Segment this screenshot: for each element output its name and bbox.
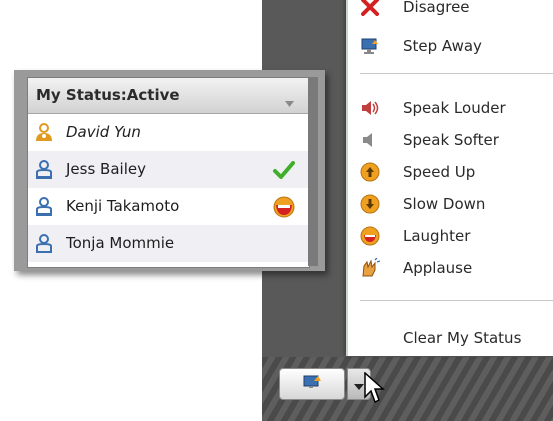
participants-panel: My Status:Active David Yun Jess Bailey K…: [14, 70, 325, 271]
step-away-icon: [301, 372, 323, 396]
menu-item-laughter[interactable]: Laughter: [348, 221, 553, 251]
panel-scrollbar[interactable]: [308, 77, 318, 266]
chevron-down-icon: [354, 375, 364, 394]
host-user-icon: [34, 122, 54, 142]
status-button[interactable]: [279, 368, 345, 400]
menu-item-label: Slow Down: [403, 195, 486, 213]
checkmark-icon: [272, 158, 296, 182]
menu-item-slow-down[interactable]: Slow Down: [348, 189, 553, 219]
user-icon: [34, 196, 54, 216]
menu-separator: [360, 73, 553, 74]
clear-status-label: Clear My Status: [403, 329, 522, 347]
speaker-loud-icon: [360, 98, 380, 118]
menu-item-label: Laughter: [403, 227, 471, 245]
laughter-icon: [360, 226, 380, 246]
participant-name: Kenji Takamoto: [66, 197, 180, 215]
menu-item-disagree[interactable]: Disagree: [348, 0, 553, 22]
participants-list: My Status:Active David Yun Jess Bailey K…: [27, 77, 310, 268]
participant-name: David Yun: [66, 123, 141, 141]
my-status-title: My Status:Active: [36, 86, 180, 104]
red-x-icon: [360, 0, 380, 17]
menu-item-speak-softer[interactable]: Speak Softer: [348, 125, 553, 155]
participant-row[interactable]: Jess Bailey: [28, 151, 309, 188]
menu-separator: [360, 300, 553, 301]
menu-item-clear-status[interactable]: Clear My Status: [348, 323, 553, 353]
speaker-soft-icon: [360, 130, 380, 150]
menu-item-speak-louder[interactable]: Speak Louder: [348, 93, 553, 123]
menu-item-applause[interactable]: Applause: [348, 253, 553, 283]
menu-item-step-away[interactable]: Step Away: [348, 31, 553, 61]
participant-row[interactable]: David Yun: [28, 114, 309, 151]
step-away-icon: [360, 36, 380, 56]
menu-item-label: Speed Up: [403, 163, 476, 181]
participant-name: Jess Bailey: [66, 160, 146, 178]
participant-row[interactable]: Tonja Mommie: [28, 225, 309, 262]
status-menu: Disagree Step Away Speak Louder Speak So…: [346, 0, 553, 356]
user-icon: [34, 233, 54, 253]
participant-name: Tonja Mommie: [66, 234, 175, 252]
user-icon: [34, 159, 54, 179]
menu-item-label: Speak Softer: [403, 131, 499, 149]
mouse-cursor-icon: [364, 371, 386, 410]
participant-row[interactable]: Kenji Takamoto: [28, 188, 309, 225]
laughter-icon: [272, 195, 296, 219]
speed-up-icon: [360, 162, 380, 182]
menu-item-label: Speak Louder: [403, 99, 506, 117]
menu-item-label: Disagree: [403, 0, 470, 16]
applause-icon: [360, 258, 380, 278]
menu-item-label: Applause: [403, 259, 473, 277]
chevron-down-icon[interactable]: [285, 92, 294, 111]
menu-item-label: Step Away: [403, 37, 482, 55]
slow-down-icon: [360, 194, 380, 214]
my-status-header[interactable]: My Status:Active: [28, 78, 309, 114]
menu-item-speed-up[interactable]: Speed Up: [348, 157, 553, 187]
